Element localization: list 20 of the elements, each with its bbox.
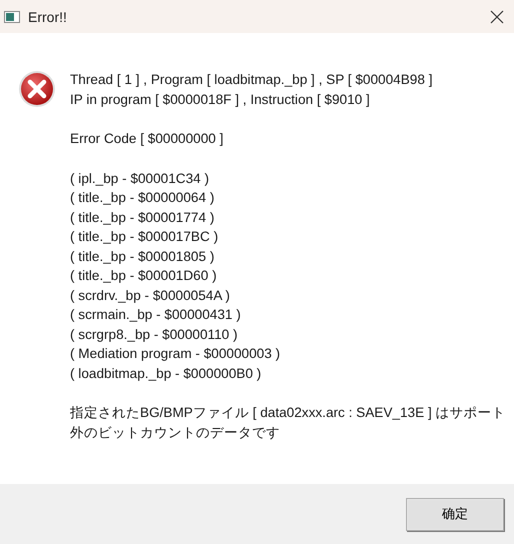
message-text: ( title._bp - $00001774 ) — [70, 208, 216, 227]
message-text: ( scrgrp8._bp - $00000110 ) — [70, 326, 239, 344]
message-text: Error Code [ $00000000 ] — [70, 130, 224, 148]
message-text: IP in program [ $0000018F ] , Instruction [ $9010 ] — [70, 90, 371, 109]
message-text: ( loadbitmap._bp - $000000B0 ) — [70, 364, 262, 383]
message-text: ( ipl._bp - $00001C34 ) — [70, 170, 210, 188]
message-text: ( title._bp - $000017BC ) — [70, 228, 220, 246]
close-icon[interactable] — [490, 10, 504, 24]
message-text: Thread [ 1 ] , Program [ loadbitmap._bp ] , SP [ $00004B98 ] — [70, 71, 434, 89]
message-text: ( title._bp - $00001D60 ) — [70, 267, 218, 285]
ok-button[interactable]: 确定 — [406, 498, 504, 530]
message-text: ( title._bp - $00001805 ) — [70, 248, 216, 266]
app-icon — [4, 10, 20, 22]
message-text: ( Mediation program - $00000003 ) — [70, 345, 282, 363]
message-text: ( title._bp - $00000064 ) — [70, 189, 216, 207]
message-text: ( scrmain._bp - $00000431 ) — [70, 306, 242, 324]
message-text: 指定されたBG/BMPファイル [ data02xxx.arc : SAEV_13E ] はサポート外のビットカウントのデータです — [70, 404, 506, 442]
error-icon — [18, 70, 56, 108]
window-title: Error!! — [28, 8, 68, 24]
message-text: ( scrdrv._bp - $0000054A ) — [70, 286, 231, 305]
